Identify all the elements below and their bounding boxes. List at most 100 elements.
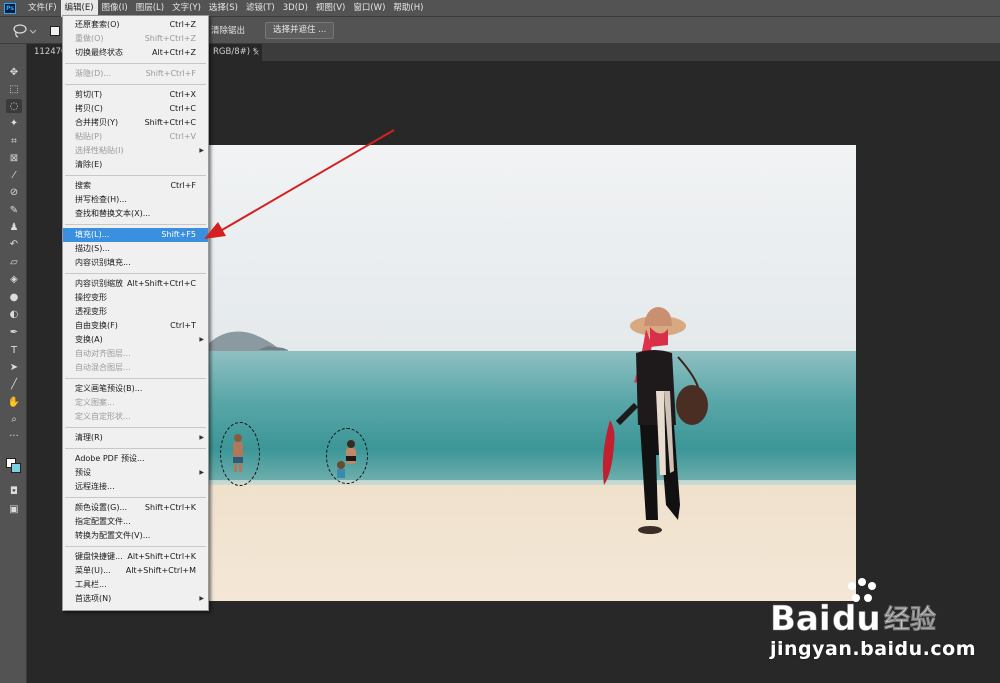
edit-menu-item[interactable]: 搜索 Ctrl+F bbox=[63, 179, 208, 193]
menu-item-shortcut: Alt+Shift+Ctrl+C bbox=[127, 279, 196, 288]
brush-icon[interactable]: ✎ bbox=[6, 203, 22, 217]
menu-item-label: 颜色设置(G)... bbox=[75, 503, 128, 512]
edit-menu-item[interactable]: 粘贴(P) Ctrl+V bbox=[63, 130, 208, 144]
edit-menu-item[interactable]: 还原套索(O) Ctrl+Z bbox=[63, 18, 208, 32]
menu-separator bbox=[65, 378, 206, 379]
menu-item-label: 定义画笔预设(B)... bbox=[75, 384, 143, 393]
screen-mode-icon[interactable]: ▣ bbox=[6, 502, 22, 516]
menu-item-shortcut: Alt+Shift+Ctrl+M bbox=[125, 566, 196, 575]
svg-text:经验: 经验 bbox=[884, 604, 936, 635]
blur-icon[interactable]: ● bbox=[6, 290, 22, 304]
edit-menu-item[interactable]: 剪切(T) Ctrl+X bbox=[63, 88, 208, 102]
edit-menu-item[interactable]: 定义图案... bbox=[63, 396, 208, 410]
dodge-icon[interactable]: ◐ bbox=[6, 307, 22, 321]
lasso-icon[interactable]: ◌ bbox=[6, 99, 22, 113]
edit-menu-item[interactable]: 指定配置文件... bbox=[63, 515, 208, 529]
edit-menu-item[interactable]: 透视变形 bbox=[63, 305, 208, 319]
menu-item[interactable]: 3D(D) bbox=[279, 0, 312, 17]
tool-preset-picker[interactable] bbox=[12, 23, 40, 39]
edit-menu-item[interactable]: 首选项(N) ▶ bbox=[63, 592, 208, 606]
document-canvas[interactable] bbox=[208, 145, 856, 601]
edit-menu-item[interactable]: 键盘快捷键... Alt+Shift+Ctrl+K bbox=[63, 550, 208, 564]
edit-menu-dropdown: 还原套索(O) Ctrl+Z 重做(O) Shift+Ctrl+Z 切换最终状态 Alt+… bbox=[62, 15, 209, 611]
edit-menu-item[interactable]: 拷贝(C) Ctrl+C bbox=[63, 102, 208, 116]
edit-menu-item[interactable]: 变换(A) ▶ bbox=[63, 333, 208, 347]
edit-menu-item[interactable]: 定义画笔预设(B)... bbox=[63, 382, 208, 396]
close-icon[interactable]: × bbox=[253, 44, 260, 61]
edit-menu-item[interactable]: 重做(O) Shift+Ctrl+Z bbox=[63, 32, 208, 46]
history-brush-icon[interactable]: ↶ bbox=[6, 237, 22, 251]
edit-menu-item[interactable]: 描边(S)... bbox=[63, 242, 208, 256]
pen-icon[interactable]: ✒ bbox=[6, 325, 22, 339]
edit-menu-item[interactable]: 自由变换(F) Ctrl+T bbox=[63, 319, 208, 333]
menu-item-fill[interactable]: 填充(L)... Shift+F5 bbox=[63, 228, 208, 242]
move-icon[interactable]: ✥ bbox=[6, 65, 22, 79]
menu-item[interactable]: 帮助(H) bbox=[389, 0, 427, 17]
select-and-mask-button[interactable]: 选择并遮住 ... bbox=[265, 22, 335, 39]
edit-menu-item[interactable]: 远程连接... bbox=[63, 480, 208, 494]
edit-menu-item[interactable]: 切换最终状态 Alt+Ctrl+Z bbox=[63, 46, 208, 60]
menu-item-label: 内容识别缩放 bbox=[75, 279, 123, 288]
edit-menu-item[interactable]: 工具栏... bbox=[63, 578, 208, 592]
clone-stamp-icon[interactable]: ♟ bbox=[6, 220, 22, 234]
path-selection-icon[interactable]: ➤ bbox=[6, 360, 22, 374]
edit-menu-item[interactable]: 操控变形 bbox=[63, 291, 208, 305]
edit-menu-item[interactable]: 清除(E) bbox=[63, 158, 208, 172]
type-icon[interactable]: T bbox=[6, 343, 22, 357]
menu-item[interactable]: 视图(V) bbox=[312, 0, 349, 17]
edit-menu-item[interactable]: 渐隐(D)... Shift+Ctrl+F bbox=[63, 67, 208, 81]
frame-icon[interactable]: ⊠ bbox=[6, 151, 22, 165]
edit-menu-item[interactable]: 菜单(U)... Alt+Shift+Ctrl+M bbox=[63, 564, 208, 578]
menu-item-label: 剪切(T) bbox=[75, 90, 103, 99]
edit-menu-item[interactable]: 自动混合图层... bbox=[63, 361, 208, 375]
edit-menu-item[interactable]: Adobe PDF 预设... bbox=[63, 452, 208, 466]
crop-icon[interactable]: ⌗ bbox=[6, 134, 22, 148]
menu-item-shortcut: Shift+Ctrl+C bbox=[144, 118, 196, 127]
edit-menu-item[interactable]: 预设 ▶ bbox=[63, 466, 208, 480]
edit-menu-item[interactable]: 选择性粘贴(I) ▶ bbox=[63, 144, 208, 158]
edit-menu-item[interactable]: 拼写检查(H)... bbox=[63, 193, 208, 207]
submenu-arrow-icon: ▶ bbox=[199, 595, 204, 602]
eraser-icon[interactable]: ▱ bbox=[6, 255, 22, 269]
edit-menu-item[interactable]: 内容识别填充... bbox=[63, 256, 208, 270]
menu-item[interactable]: 文件(F) bbox=[24, 0, 61, 17]
menu-item-label: 重做(O) bbox=[75, 34, 104, 43]
edit-menu-item[interactable]: 定义自定形状... bbox=[63, 410, 208, 424]
eyedropper-icon[interactable]: ⁄ bbox=[6, 168, 22, 182]
edit-menu-item[interactable]: 合并拷贝(Y) Shift+Ctrl+C bbox=[63, 116, 208, 130]
healing-brush-icon[interactable]: ⊘ bbox=[6, 185, 22, 199]
paint-bucket-icon[interactable]: ◈ bbox=[6, 272, 22, 286]
menu-item-shortcut: Ctrl+V bbox=[169, 132, 196, 141]
submenu-arrow-icon: ▶ bbox=[199, 336, 204, 343]
menu-item[interactable]: 窗口(W) bbox=[349, 0, 389, 17]
line-icon[interactable]: ╱ bbox=[6, 377, 22, 391]
menu-item-shortcut: Ctrl+X bbox=[169, 90, 196, 99]
menu-item-label: 自动混合图层... bbox=[75, 363, 131, 372]
quick-mask-icon[interactable]: ◘ bbox=[6, 484, 22, 498]
marquee-icon[interactable]: ⬚ bbox=[6, 82, 22, 96]
menu-item[interactable]: 滤镜(T) bbox=[242, 0, 279, 17]
new-selection-icon[interactable] bbox=[50, 26, 60, 36]
select-subject-button[interactable]: 清除锯出 bbox=[211, 23, 245, 39]
edit-menu-item[interactable]: 转换为配置文件(V)... bbox=[63, 529, 208, 543]
watermark-url: jingyan.baidu.com bbox=[770, 638, 976, 660]
magic-wand-icon[interactable]: ✦ bbox=[6, 116, 22, 130]
menu-separator bbox=[65, 175, 206, 176]
edit-menu-item[interactable]: 自动对齐图层... bbox=[63, 347, 208, 361]
menu-separator bbox=[65, 84, 206, 85]
menu-item-shortcut: Shift+Ctrl+F bbox=[145, 69, 196, 78]
sea bbox=[208, 351, 856, 491]
edit-menu-item[interactable]: 清理(R) ▶ bbox=[63, 431, 208, 445]
menu-item-label: 工具栏... bbox=[75, 580, 107, 589]
more-tools-icon[interactable]: ··· bbox=[6, 429, 22, 443]
lasso-selection-marquee bbox=[326, 428, 368, 484]
menu-item-label: 描边(S)... bbox=[75, 244, 110, 253]
edit-menu-item[interactable]: 内容识别缩放 Alt+Shift+Ctrl+C bbox=[63, 277, 208, 291]
zoom-icon[interactable]: ⌕ bbox=[6, 412, 22, 426]
edit-menu-item[interactable]: 颜色设置(G)... Shift+Ctrl+K bbox=[63, 501, 208, 515]
menu-item[interactable]: 选择(S) bbox=[205, 0, 242, 17]
menu-item-label: Adobe PDF 预设... bbox=[75, 454, 145, 463]
edit-menu-item[interactable]: 查找和替换文本(X)... bbox=[63, 207, 208, 221]
hand-icon[interactable]: ✋ bbox=[6, 395, 22, 409]
color-swatches-icon[interactable] bbox=[6, 458, 22, 473]
